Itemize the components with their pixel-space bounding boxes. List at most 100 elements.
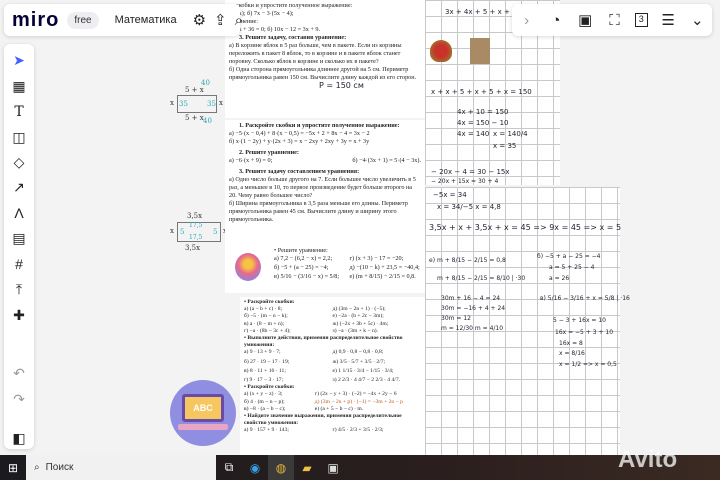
collaboration-toolbar: › ◔ ▣ ⛶ 3 ☰ ⌄ bbox=[512, 4, 712, 36]
text-icon[interactable]: T bbox=[8, 101, 30, 122]
exercise: ж) 3/5 · 5/7 + 3/5 · 2/7; bbox=[332, 358, 386, 365]
exercise: а) 9 · 13 + 9 · 7; bbox=[244, 349, 281, 356]
label: 5 + x bbox=[185, 114, 204, 122]
handwritten-line: 30m = 12 bbox=[441, 315, 471, 322]
task-heading: 1. Раскройте скобки и упростите полученн… bbox=[239, 122, 400, 129]
template-icon[interactable]: ▦ bbox=[8, 75, 30, 96]
search-icon: ⌕ bbox=[34, 462, 40, 473]
board-name[interactable]: Математика bbox=[115, 14, 177, 26]
undo-icon[interactable]: ↶ bbox=[8, 363, 30, 384]
chrome-icon[interactable]: ◍ bbox=[268, 455, 294, 480]
pen-icon[interactable]: Ʌ bbox=[8, 203, 30, 224]
handwritten-line: − 20x − 4 = 30 − 15x bbox=[431, 168, 510, 176]
exercise: г) (2x − y + 3) · (−2) = −4x + 2y − 6 bbox=[314, 391, 397, 398]
worksheet-top[interactable]: те скобки и упростите полученное выражен… bbox=[225, 0, 425, 118]
frame-icon[interactable]: # bbox=[8, 254, 30, 275]
equation: е) (m + 8/15) − 2/15 = 0,8. bbox=[349, 273, 416, 280]
exercise: е) −2a · (b + 2c − 3m); bbox=[332, 313, 384, 320]
worksheet-equations[interactable]: • Решите уравнение: а) 7,2 − (6,2 − x) =… bbox=[225, 245, 425, 293]
handwritten-line: е) m + 8/15 − 2/15 = 0,8 bbox=[429, 257, 506, 264]
redo-icon[interactable]: ↷ bbox=[8, 388, 30, 409]
task-text: б) −4·(3x + 1) = 5·(4 − 3x). bbox=[352, 157, 421, 164]
equation: д) −(10 − k) + 23,5 = −40,4; bbox=[349, 264, 420, 271]
store-icon[interactable]: ▣ bbox=[320, 455, 346, 480]
label: 5 + x bbox=[185, 86, 204, 94]
exercise: г) −a · (8b − 3c + 4); bbox=[244, 327, 291, 334]
label: 5 bbox=[213, 228, 218, 236]
comment-icon[interactable]: ▤ bbox=[8, 228, 30, 249]
task-heading: 3. Решите задачу, составив уравнение: bbox=[239, 34, 347, 41]
exercise: в) 8 · 11 + 16 · 11; bbox=[244, 367, 286, 374]
exercise: в) −8 · (a − b − c); bbox=[244, 405, 286, 412]
gear-icon[interactable]: ⚙ bbox=[193, 11, 206, 29]
task-text: б) x·(1 − 2y) + y·(2x + 3) = x − 2xy + 2… bbox=[229, 138, 370, 145]
handwritten-line: 4x = 140 bbox=[457, 130, 490, 138]
task-heading: • Выполните действия, применяя распредел… bbox=[244, 335, 403, 349]
windows-icon[interactable]: ⊞ bbox=[0, 455, 26, 480]
chevron-double-down-icon[interactable]: ⌄ bbox=[688, 11, 706, 29]
equation: г) (x + 3) − 17 = −20; bbox=[349, 255, 404, 262]
chevron-right-icon[interactable]: › bbox=[518, 12, 536, 29]
task-text: а) В корзине яблок в 5 раз больше, чем в… bbox=[229, 42, 402, 65]
label: 5 bbox=[180, 228, 185, 236]
upload-icon[interactable]: ⇪ bbox=[214, 11, 227, 29]
handwritten-line: x = 35 bbox=[493, 142, 517, 150]
task-text: б) Одна сторона прямоугольника длиннее д… bbox=[229, 66, 417, 81]
worksheet-middle[interactable]: 1. Раскройте скобки и упростите полученн… bbox=[225, 120, 425, 245]
taskbar-search[interactable]: ⌕ Поиск bbox=[26, 455, 216, 480]
exercise: з) −a · (3m + k − n). bbox=[332, 327, 379, 334]
text-line: уравнение: bbox=[229, 18, 259, 25]
handwritten-line: б) −5 + a − 25 = −4 bbox=[537, 253, 601, 260]
grid-notes-bottom[interactable]: −5x = 34 x = 34/−5 x = 4,8 3,5x + x + 3,… bbox=[425, 187, 630, 455]
search-input[interactable]: Поиск bbox=[46, 462, 74, 473]
miro-logo[interactable]: miro bbox=[12, 9, 59, 32]
timer-icon[interactable]: ◔ bbox=[547, 12, 565, 29]
handwritten-note: P = 150 см bbox=[319, 81, 364, 90]
share-screen-icon[interactable]: ▣ bbox=[576, 11, 594, 29]
counter-icon[interactable]: 3 bbox=[634, 13, 648, 27]
handwritten-line: 16x = −5 + 3 + 10 bbox=[555, 329, 614, 336]
label: x bbox=[219, 99, 223, 107]
plan-badge[interactable]: free bbox=[67, 11, 99, 29]
search-icon[interactable]: ⌕ bbox=[235, 12, 243, 29]
text-line: те скобки и упростите полученное выражен… bbox=[229, 2, 353, 9]
rectangle-diagram-1: 5 + x 40 5 + x 40 x 35 x 35 bbox=[165, 79, 225, 125]
abc-laptop-sticker[interactable]: ABC bbox=[170, 380, 236, 446]
handwritten-line: 3,5x + x + 3,5x + x = 45 => 9x = 45 => x… bbox=[429, 223, 622, 232]
explorer-icon[interactable]: ▰ bbox=[294, 455, 320, 480]
board-header: miro free Математика ⚙ ⇪ ⌕ bbox=[4, 4, 243, 36]
handwritten-line: m = 12/30 m = 4/10 bbox=[441, 325, 504, 332]
exercise: а) 9 · 157 + 9 · 143; bbox=[244, 427, 289, 434]
task-heading: 3. Решите задачу составлением уравнения: bbox=[239, 168, 360, 175]
focus-icon[interactable]: ⛶ bbox=[605, 12, 623, 29]
rectangle-diagram-2: 3,5x 17,5 3,5x 17,5 x 5 x 5 bbox=[165, 210, 230, 260]
task-text: а) −6·(x + 9) = 0; bbox=[229, 157, 273, 164]
cursor-icon[interactable]: ➤ bbox=[8, 50, 30, 71]
label: 40 bbox=[203, 117, 212, 125]
label: 17,5 bbox=[189, 222, 203, 229]
handwritten-line: 4x + 10 = 150 bbox=[457, 108, 509, 116]
task-text: а) −5·(x − 0,4) + 8·(x − 0,5) = −5x + 2 … bbox=[229, 130, 370, 137]
add-icon[interactable]: ✚ bbox=[8, 304, 30, 325]
exercise: д) 0,9 · 0,8 − 0,8 · 0,8; bbox=[332, 349, 384, 356]
creation-toolbar: ➤ ▦ T ◫ ◇ ↗ Ʌ ▤ # ⤒ ✚ ↶ ↷ ◧ bbox=[4, 44, 34, 449]
arrow-icon[interactable]: ↗ bbox=[8, 177, 30, 198]
handwritten-line: x + x + 5 + x + 5 + x = 150 bbox=[431, 88, 532, 96]
exercise: е) (a + 5 − b − c) · m. bbox=[314, 405, 364, 412]
task-text: б) Ширина прямоугольника в 3,5 раза мень… bbox=[229, 200, 408, 223]
handwritten-line: m + 8/15 − 2/15 = 8/10 | ·30 bbox=[437, 275, 526, 282]
label: 40 bbox=[201, 79, 210, 87]
task-view-icon[interactable]: ⧉ bbox=[216, 455, 242, 480]
edge-icon[interactable]: ◉ bbox=[242, 455, 268, 480]
exercise: б) 27 · 19 − 17 · 19; bbox=[244, 358, 290, 365]
handwritten-line: a = 5 + 25 − 4 bbox=[549, 264, 595, 271]
panel-icon[interactable]: ◧ bbox=[8, 428, 30, 449]
sticky-note-icon[interactable]: ◫ bbox=[8, 126, 30, 147]
equation: в) 5/16 − (3/16 − x) = 5/8; bbox=[274, 273, 340, 280]
equation: а) 7,2 − (6,2 − x) = 2,2; bbox=[274, 255, 333, 262]
notes-icon[interactable]: ☰ bbox=[659, 11, 677, 29]
handwritten-line: x = 8/16 bbox=[559, 350, 585, 357]
worksheet-lower[interactable]: • Раскройте скобки: а) (a − b + c) · 8; д… bbox=[240, 297, 425, 455]
shapes-icon[interactable]: ◇ bbox=[8, 152, 30, 173]
upload-icon[interactable]: ⤒ bbox=[8, 279, 30, 300]
